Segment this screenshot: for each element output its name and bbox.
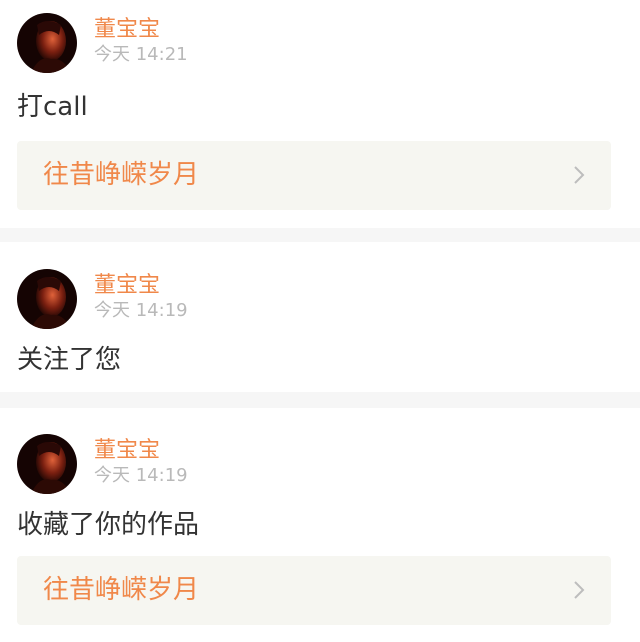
user-avatar-icon — [17, 269, 77, 329]
work-title: 往昔峥嵘岁月 — [43, 160, 200, 190]
section-divider — [0, 228, 640, 242]
work-title: 往昔峥嵘岁月 — [43, 575, 200, 605]
timestamp: 今天 14:19 — [94, 465, 188, 486]
timestamp: 今天 14:19 — [94, 300, 188, 321]
notification-item: 董宝宝 今天 14:21 打call 往昔峥嵘岁月 — [0, 0, 640, 228]
user-avatar[interactable] — [17, 269, 77, 329]
user-avatar-icon — [17, 13, 77, 73]
timestamp: 今天 14:21 — [94, 44, 188, 65]
chevron-right-icon — [574, 581, 585, 599]
work-card[interactable]: 往昔峥嵘岁月 — [17, 556, 611, 625]
chevron-right-icon — [574, 166, 585, 184]
username[interactable]: 董宝宝 — [94, 438, 160, 464]
work-card[interactable]: 往昔峥嵘岁月 — [17, 141, 611, 210]
user-avatar-icon — [17, 434, 77, 494]
notification-feed: 董宝宝 今天 14:21 打call 往昔峥嵘岁月 董宝宝 今天 14:19 关… — [0, 0, 640, 642]
user-avatar[interactable] — [17, 13, 77, 73]
notification-item: 董宝宝 今天 14:19 收藏了你的作品 往昔峥嵘岁月 — [0, 408, 640, 642]
notification-message: 关注了您 — [17, 345, 122, 375]
username[interactable]: 董宝宝 — [94, 17, 160, 43]
notification-item: 董宝宝 今天 14:19 关注了您 — [0, 242, 640, 392]
section-divider — [0, 392, 640, 408]
user-avatar[interactable] — [17, 434, 77, 494]
notification-message: 打call — [17, 92, 88, 122]
username[interactable]: 董宝宝 — [94, 273, 160, 299]
notification-message: 收藏了你的作品 — [17, 510, 200, 540]
